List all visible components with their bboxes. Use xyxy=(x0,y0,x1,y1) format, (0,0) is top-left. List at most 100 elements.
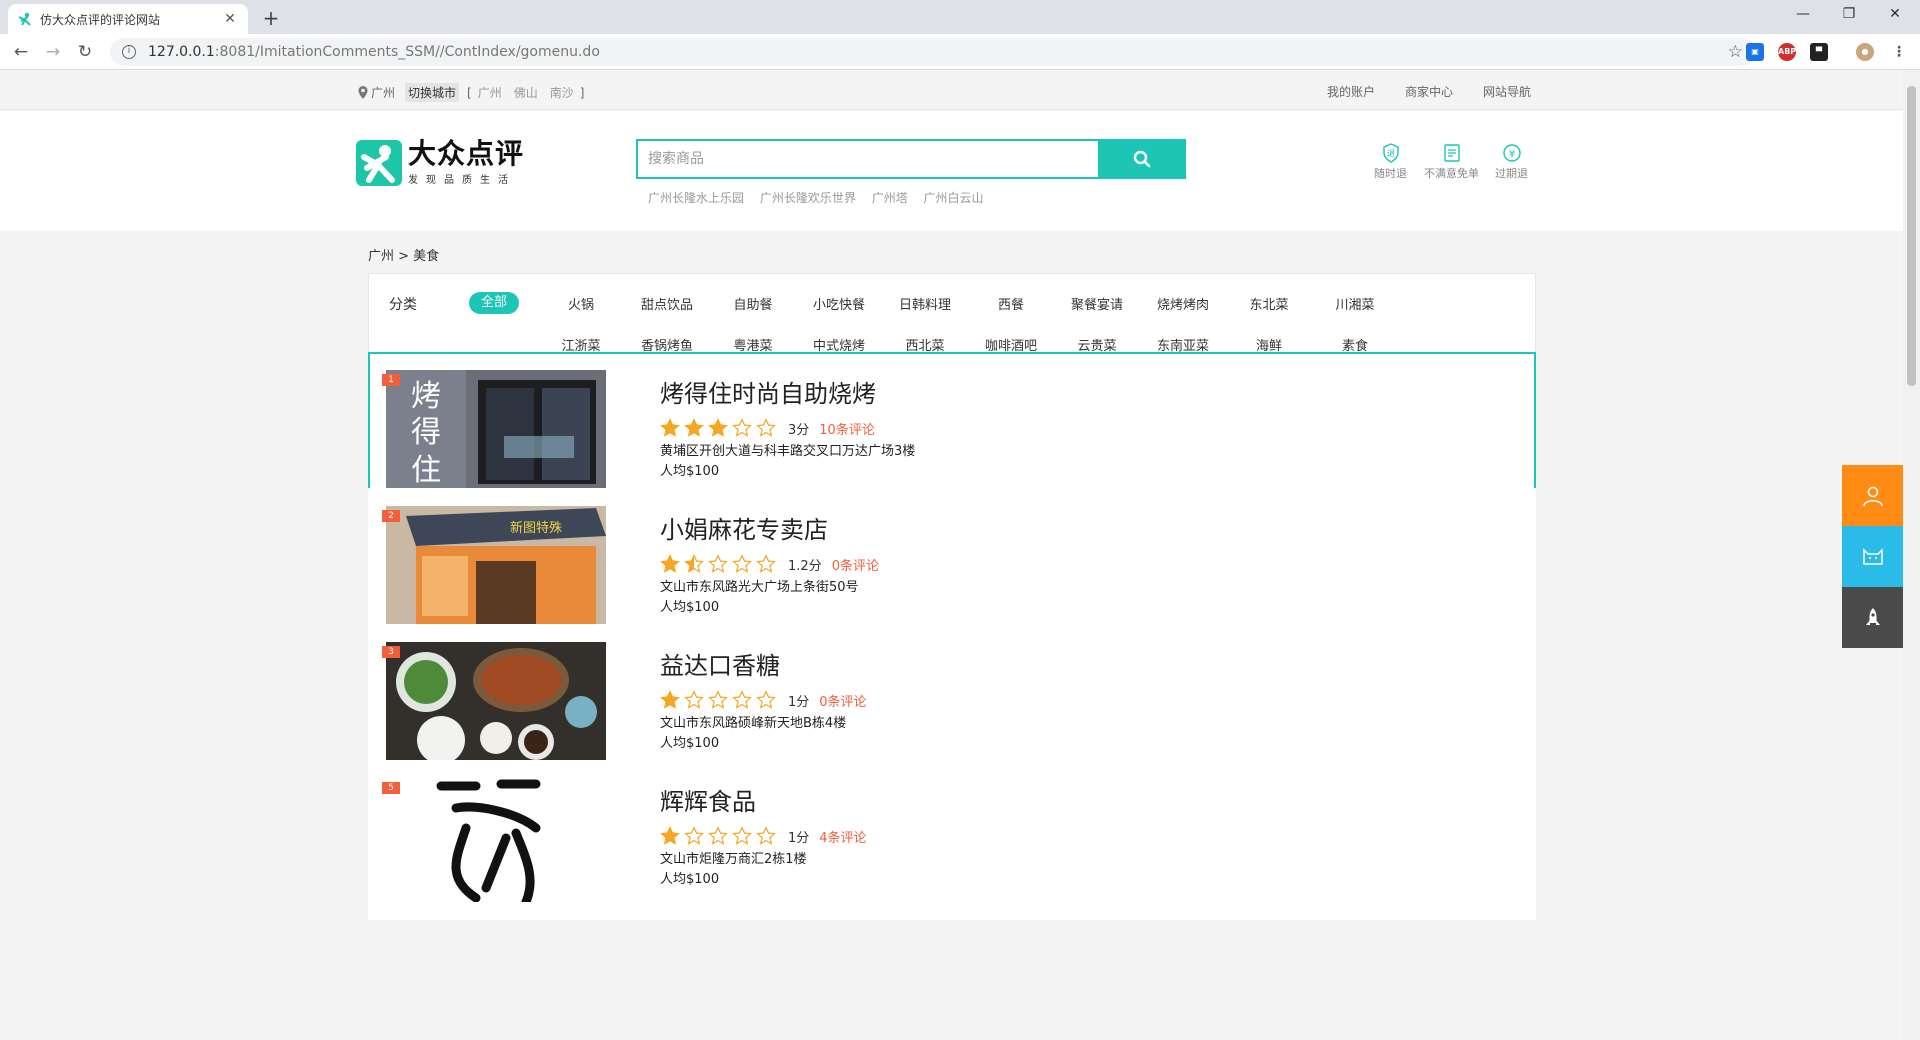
forward-icon[interactable]: → xyxy=(40,40,66,66)
star-icon xyxy=(708,690,728,709)
shop-name[interactable]: 益达口香糖 xyxy=(660,646,780,681)
new-tab-icon[interactable]: + xyxy=(258,6,284,32)
city-link-foshan[interactable]: 佛山 xyxy=(514,84,538,101)
site-logo[interactable]: 大众点评 发现品质生活 xyxy=(356,139,524,186)
shop-photo[interactable]: 烤得住 xyxy=(386,370,606,494)
extension-translate-icon[interactable]: ▣ xyxy=(1746,43,1764,61)
url-path: :8081/ImitationComments_SSM//ContIndex/g… xyxy=(214,44,600,60)
star-icon xyxy=(660,826,680,845)
bracket-close: ] xyxy=(579,85,585,100)
category-item[interactable]: 日韩料理 xyxy=(885,294,965,313)
brand-slogan: 发现品质生活 xyxy=(408,175,516,186)
hot-word-link[interactable]: 广州塔 xyxy=(872,191,908,205)
brand-name: 大众点评 xyxy=(408,137,525,170)
close-tab-icon[interactable]: ✕ xyxy=(222,11,238,27)
shop-photo[interactable]: 新图特殊 xyxy=(386,506,606,630)
profile-avatar[interactable]: ● xyxy=(1856,43,1874,61)
city-link-guangzhou[interactable]: 广州 xyxy=(478,84,502,101)
page-scrollbar[interactable] xyxy=(1903,70,1920,1040)
side-user-button[interactable] xyxy=(1842,465,1903,526)
photo-sign-char: 得 xyxy=(411,415,441,450)
guarantee-expiry-refund[interactable]: ¥ 过期退 xyxy=(1495,143,1528,181)
city-link-nansha[interactable]: 南沙 xyxy=(550,84,574,101)
search-input[interactable] xyxy=(636,139,1098,179)
category-item[interactable]: 火锅 xyxy=(541,294,621,313)
shop-photo[interactable] xyxy=(386,642,606,766)
browser-menu-icon[interactable]: ⋮ xyxy=(1890,43,1908,61)
hot-word-link[interactable]: 广州白云山 xyxy=(924,191,984,205)
star-icon xyxy=(756,690,776,709)
restore-icon[interactable]: ❐ xyxy=(1826,0,1872,30)
category-item[interactable]: 川湘菜 xyxy=(1315,294,1395,313)
star-icon xyxy=(756,826,776,845)
bookmark-star-icon[interactable]: ☆ xyxy=(1728,42,1743,62)
star-rating: 3分 10条评论 xyxy=(660,418,875,438)
location-pin-icon xyxy=(358,86,368,99)
star-icon xyxy=(684,690,704,709)
rank-badge: 3 xyxy=(382,646,400,658)
shop-name[interactable]: 烤得住时尚自助烧烤 xyxy=(660,374,876,409)
average-price: 人均$100 xyxy=(660,872,720,887)
hot-word-link[interactable]: 广州长隆欢乐世界 xyxy=(760,191,856,205)
review-count-link[interactable]: 10条评论 xyxy=(819,419,875,438)
category-label: 分类 xyxy=(389,297,417,313)
rating-score: 1.2分 xyxy=(788,558,822,574)
adblock-icon[interactable]: ABP xyxy=(1778,43,1796,61)
page-viewport: 广州 切换城市 [ 广州 佛山 南沙 ] 我的账户 商家中心 网站导航 大众点评… xyxy=(0,70,1903,1040)
merchant-center-link[interactable]: 商家中心 xyxy=(1405,83,1453,100)
yuan-coin-icon: ¥ xyxy=(1502,144,1521,162)
star-icon xyxy=(756,418,776,437)
category-item[interactable]: 小吃快餐 xyxy=(799,294,879,313)
shop-photo[interactable] xyxy=(386,778,606,902)
search-button[interactable] xyxy=(1098,139,1186,179)
review-count-link[interactable]: 0条评论 xyxy=(832,555,879,574)
star-rating: 1.2分 0条评论 xyxy=(660,554,879,574)
url-text: 127.0.0.1:8081/ImitationComments_SSM//Co… xyxy=(148,44,1728,60)
review-count-link[interactable]: 4条评论 xyxy=(819,827,866,846)
extension-dark-icon[interactable]: ▀ xyxy=(1810,43,1828,61)
url-host: 127.0.0.1 xyxy=(148,44,215,60)
category-item[interactable]: 甜点饮品 xyxy=(627,294,707,313)
rating-score: 1分 xyxy=(788,830,810,846)
close-window-icon[interactable]: ✕ xyxy=(1872,0,1918,30)
star-rating: 1分 4条评论 xyxy=(660,826,867,846)
star-icon xyxy=(708,418,728,437)
category-item[interactable]: 聚餐宴请 xyxy=(1057,294,1137,313)
category-item[interactable]: 烧烤烤肉 xyxy=(1143,294,1223,313)
svg-text:退: 退 xyxy=(1387,149,1395,158)
guarantee-free-order[interactable]: 不满意免单 xyxy=(1424,143,1479,181)
photo-sign-char: 烤 xyxy=(411,379,441,414)
category-all-button[interactable]: 全部 xyxy=(469,292,519,314)
side-cat-button[interactable] xyxy=(1842,526,1903,587)
browser-toolbar: ← → ↻ i 127.0.0.1:8081/ImitationComments… xyxy=(0,34,1920,70)
hot-word-link[interactable]: 广州长隆水上乐园 xyxy=(648,191,744,205)
star-icon xyxy=(684,554,704,573)
location-switcher: 广州 切换城市 [ 广州 佛山 南沙 ] xyxy=(358,83,584,102)
site-nav-link[interactable]: 网站导航 xyxy=(1483,83,1531,100)
top-info-bar: 广州 切换城市 [ 广州 佛山 南沙 ] 我的账户 商家中心 网站导航 xyxy=(0,70,1903,110)
shop-listing[interactable]: 5 辉辉食品 1分 4条评论 文山市炬隆万商汇2栋1楼 人均$100 xyxy=(368,760,1536,920)
site-info-icon[interactable]: i xyxy=(122,45,136,59)
side-top-button[interactable] xyxy=(1842,587,1903,648)
address-bar[interactable]: i 127.0.0.1:8081/ImitationComments_SSM//… xyxy=(110,38,1755,66)
shop-address: 文山市东风路光大广场上条街50号 xyxy=(660,580,859,595)
browser-tab[interactable]: 仿大众点评的评论网站 ✕ xyxy=(8,4,248,34)
back-icon[interactable]: ← xyxy=(8,40,34,66)
review-count-link[interactable]: 0条评论 xyxy=(819,691,866,710)
category-item[interactable]: 西餐 xyxy=(971,294,1051,313)
shop-name[interactable]: 辉辉食品 xyxy=(660,782,756,817)
site-header: 大众点评 发现品质生活 广州长隆水上乐园 广州长隆欢乐世界 广州塔 广州白云山 … xyxy=(0,111,1903,231)
rank-badge: 2 xyxy=(382,510,400,522)
star-icon xyxy=(684,418,704,437)
category-item[interactable]: 东北菜 xyxy=(1229,294,1309,313)
minimize-icon[interactable]: — xyxy=(1780,0,1826,30)
guarantee-anytime-refund[interactable]: 退 随时退 xyxy=(1374,143,1407,181)
category-item[interactable]: 自助餐 xyxy=(713,294,793,313)
reload-icon[interactable]: ↻ xyxy=(72,40,98,66)
star-icon xyxy=(708,826,728,845)
scrollbar-thumb[interactable] xyxy=(1907,86,1916,386)
shop-address: 文山市东风路硕峰新天地B栋4楼 xyxy=(660,716,847,731)
my-account-link[interactable]: 我的账户 xyxy=(1327,83,1375,100)
switch-city-link[interactable]: 切换城市 xyxy=(405,83,460,102)
shop-name[interactable]: 小娟麻花专卖店 xyxy=(660,510,828,545)
